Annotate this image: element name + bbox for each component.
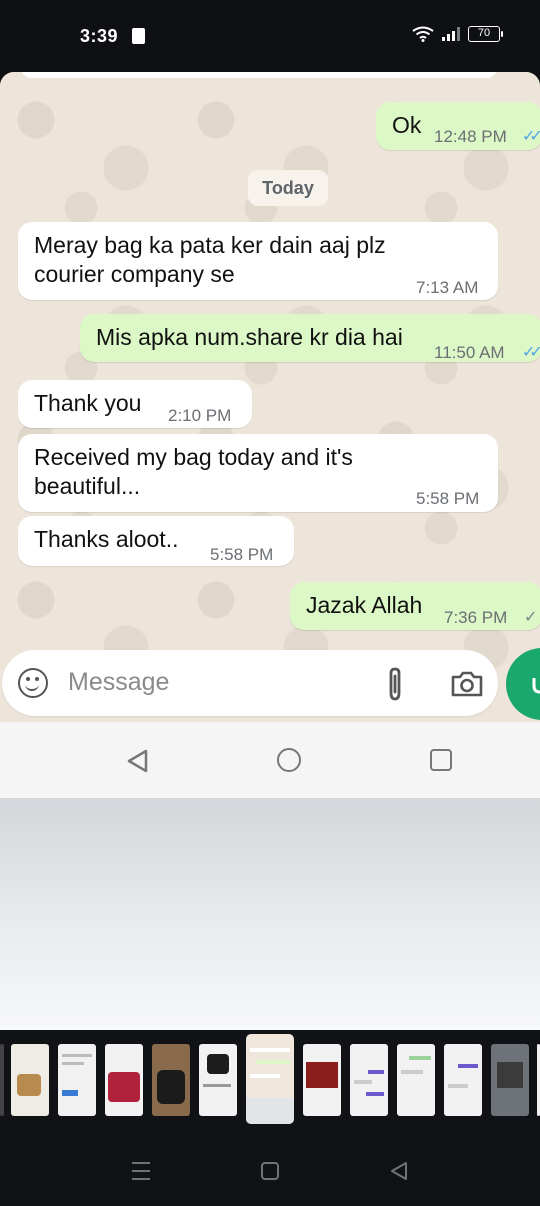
message-outgoing[interactable]: Jazak Allah 7:36 PM ✓ [290, 582, 540, 630]
back-icon[interactable] [126, 749, 150, 773]
app-notification-icon [132, 28, 145, 44]
status-bar: 3:39 70 [0, 0, 540, 72]
recent-thumbnail[interactable] [58, 1044, 96, 1116]
whatsapp-chat-card[interactable]: Ok 12:48 PM ✓✓ Today Meray bag ka pata k… [0, 72, 540, 1030]
message-text: Thank you [34, 390, 142, 416]
home-icon[interactable] [261, 1162, 279, 1180]
message-incoming[interactable]: Received my bag today and it's beautiful… [18, 434, 498, 512]
message-text: Ok [392, 112, 422, 138]
recent-thumbnail[interactable] [11, 1044, 49, 1116]
date-chip: Today [248, 170, 328, 206]
back-icon[interactable] [390, 1162, 408, 1180]
battery-icon: 70 [468, 26, 503, 42]
mic-button[interactable] [506, 648, 540, 720]
message-text-line: Meray bag ka pata ker dain aaj plz [34, 232, 386, 258]
previous-message-partial [20, 72, 498, 78]
recent-thumbnail[interactable] [199, 1044, 237, 1116]
message-text-line: beautiful... [34, 473, 141, 499]
message-incoming[interactable]: Meray bag ka pata ker dain aaj plz couri… [18, 222, 498, 300]
message-time: 5:58 PM [416, 489, 480, 508]
read-receipt-icon: ✓✓ [522, 344, 540, 361]
chat-area[interactable]: Ok 12:48 PM ✓✓ Today Meray bag ka pata k… [0, 72, 540, 722]
delivered-tick-icon: ✓ [524, 609, 538, 626]
battery-level: 70 [477, 27, 491, 39]
message-incoming[interactable]: Thank you 2:10 PM [18, 380, 252, 428]
recent-thumbnail[interactable] [350, 1044, 388, 1116]
read-receipt-icon: ✓✓ [522, 128, 540, 145]
recent-thumbnail[interactable] [491, 1044, 529, 1116]
message-time: 5:58 PM [210, 545, 274, 564]
message-time: 12:48 PM [434, 127, 507, 146]
status-icons: 70 [412, 26, 503, 42]
recents-icon[interactable] [430, 749, 452, 771]
message-outgoing[interactable]: Mis apka num.share kr dia hai 11:50 AM ✓… [80, 314, 540, 362]
system-nav-bar [0, 1130, 540, 1206]
message-incoming[interactable]: Thanks aloot.. 5:58 PM [18, 516, 294, 566]
message-time: 7:36 PM [444, 608, 508, 627]
recent-thumbnail[interactable] [303, 1044, 341, 1116]
attach-icon[interactable] [384, 666, 406, 702]
message-time: 2:10 PM [168, 406, 232, 425]
message-outgoing[interactable]: Ok 12:48 PM ✓✓ [376, 102, 540, 150]
home-icon[interactable] [277, 748, 301, 772]
app-nav-bar [0, 722, 540, 798]
message-text: Jazak Allah [306, 592, 423, 618]
message-text-line: Received my bag today and it's [34, 444, 353, 470]
message-time: 11:50 AM [434, 343, 505, 362]
emoji-icon[interactable] [18, 668, 48, 698]
recent-apps-strip[interactable] [0, 1030, 540, 1130]
recent-thumbnail[interactable] [0, 1044, 4, 1116]
message-time: 7:13 AM [416, 278, 479, 297]
message-input-placeholder[interactable]: Message [68, 668, 169, 697]
signal-icon [442, 27, 460, 41]
mic-icon [532, 678, 540, 694]
recent-thumbnail[interactable] [152, 1044, 190, 1116]
menu-icon[interactable] [132, 1162, 150, 1186]
recent-thumbnail[interactable] [105, 1044, 143, 1116]
status-time: 3:39 [80, 26, 119, 46]
message-input-bar[interactable]: Message [2, 650, 498, 716]
recent-thumbnail-selected[interactable] [246, 1034, 294, 1124]
recent-thumbnail[interactable] [397, 1044, 435, 1116]
message-text: Mis apka num.share kr dia hai [96, 324, 403, 350]
recent-thumbnail[interactable] [444, 1044, 482, 1116]
wifi-icon [412, 26, 434, 42]
message-text-line: courier company se [34, 261, 235, 287]
card-blank-area [0, 798, 540, 1030]
message-text: Thanks aloot.. [34, 526, 179, 552]
camera-icon[interactable] [450, 670, 484, 698]
